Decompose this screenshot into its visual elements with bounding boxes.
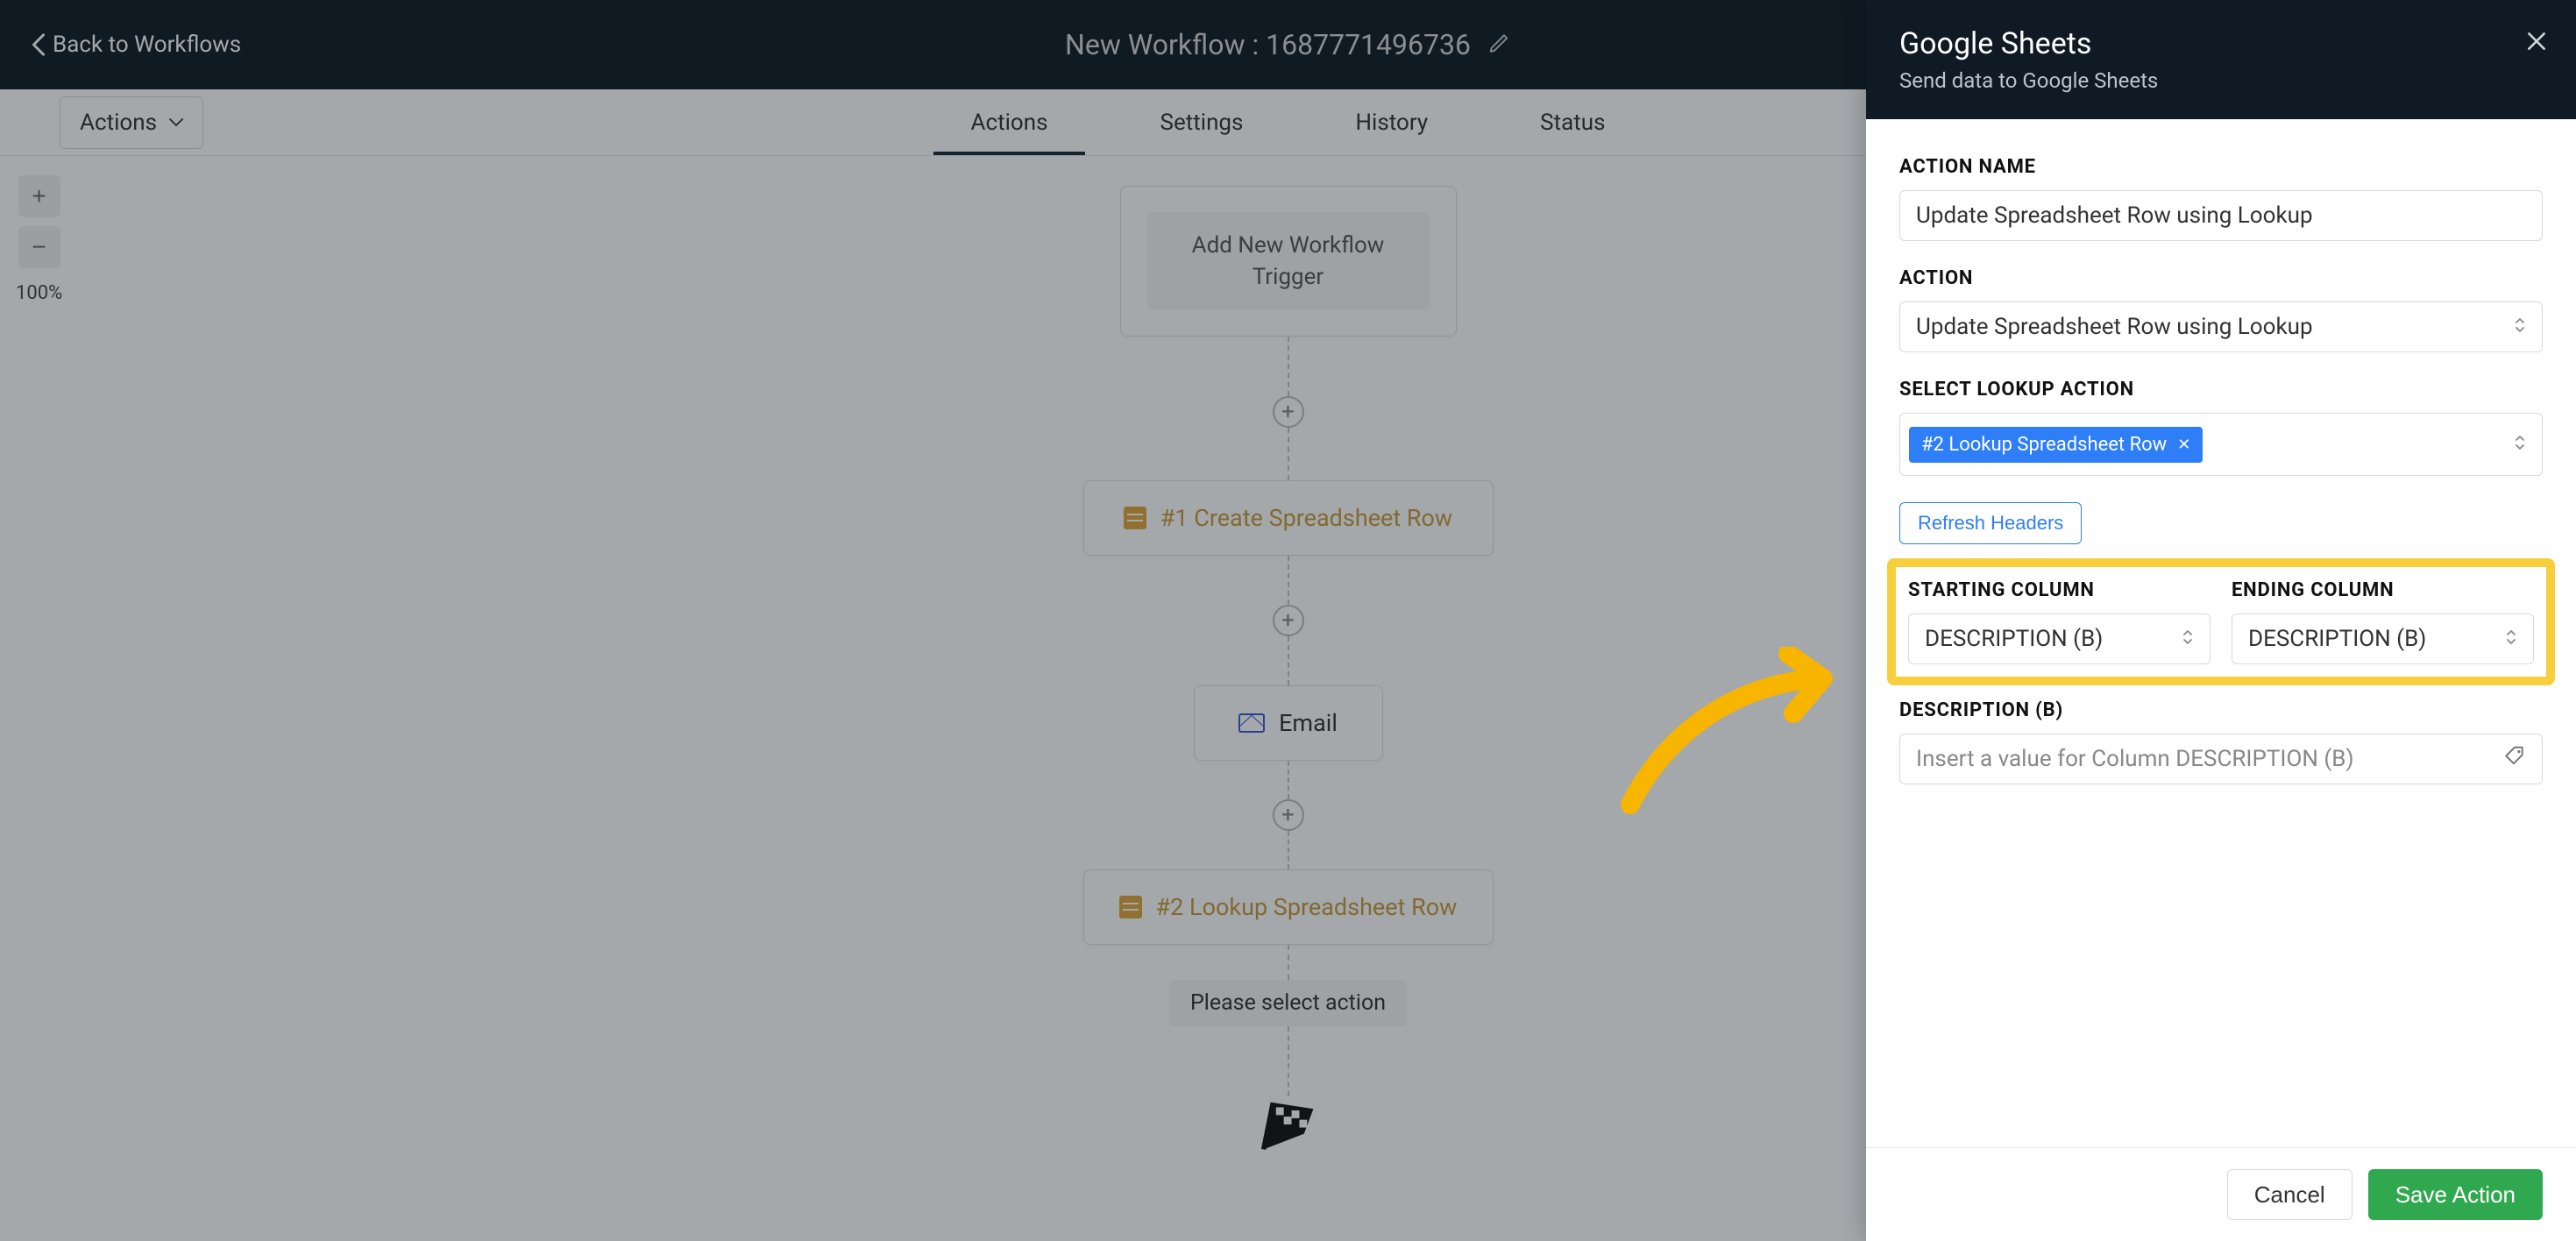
tab-actions[interactable]: Actions xyxy=(914,89,1103,155)
chevron-left-icon xyxy=(32,33,46,56)
connector-line xyxy=(1288,556,1289,605)
cancel-button[interactable]: Cancel xyxy=(2227,1169,2352,1220)
email-icon xyxy=(1238,713,1265,733)
lookup-chip-input[interactable]: #2 Lookup Spreadsheet Row ✕ xyxy=(1899,413,2543,476)
panel-header: Google Sheets Send data to Google Sheets xyxy=(1866,0,2576,119)
action-name-label: Action Name xyxy=(1899,156,2543,178)
refresh-headers-button[interactable]: Refresh Headers xyxy=(1899,502,2082,544)
caret-updown-icon xyxy=(2514,434,2526,455)
add-step-button[interactable]: + xyxy=(1273,396,1304,428)
add-step-button[interactable]: + xyxy=(1273,799,1304,831)
node-label: #2 Lookup Spreadsheet Row xyxy=(1156,893,1458,921)
node-label: #1 Create Spreadsheet Row xyxy=(1160,504,1452,532)
node-create-spreadsheet-row[interactable]: #1 Create Spreadsheet Row xyxy=(1083,480,1494,556)
field-action: Action Update Spreadsheet Row using Look… xyxy=(1899,267,2543,352)
field-select-lookup: Select Lookup Action #2 Lookup Spreadshe… xyxy=(1899,379,2543,476)
connector-line xyxy=(1288,337,1289,396)
field-action-name: Action Name Update Spreadsheet Row using… xyxy=(1899,156,2543,241)
save-action-button[interactable]: Save Action xyxy=(2368,1169,2543,1220)
description-b-input[interactable]: Insert a value for Column DESCRIPTION (B… xyxy=(1899,734,2543,784)
panel-title: Google Sheets xyxy=(1899,26,2543,61)
action-select[interactable]: Update Spreadsheet Row using Lookup xyxy=(1899,301,2543,352)
close-panel-button[interactable] xyxy=(2525,30,2548,60)
caret-updown-icon xyxy=(2514,314,2526,340)
pencil-icon[interactable] xyxy=(1488,32,1511,58)
lookup-chip: #2 Lookup Spreadsheet Row ✕ xyxy=(1909,427,2203,463)
action-name-input[interactable]: Update Spreadsheet Row using Lookup xyxy=(1899,190,2543,241)
zoom-controls: + − 100% xyxy=(16,175,62,304)
select-lookup-label: Select Lookup Action xyxy=(1899,379,2543,401)
starting-column-label: Starting Column xyxy=(1908,579,2211,601)
spreadsheet-icon xyxy=(1124,507,1146,529)
connector-line xyxy=(1288,636,1289,685)
tab-status[interactable]: Status xyxy=(1484,89,1661,155)
spreadsheet-icon xyxy=(1119,896,1142,918)
add-trigger-button[interactable]: Add New Workflow Trigger xyxy=(1146,212,1430,310)
description-b-label: Description (B) xyxy=(1899,699,2543,721)
panel-subtitle: Send data to Google Sheets xyxy=(1899,68,2543,93)
zoom-out-button[interactable]: − xyxy=(18,226,60,268)
connector-line xyxy=(1288,945,1289,980)
header-title-wrap: New Workflow : 1687771496736 xyxy=(1065,28,1511,61)
workflow-title: New Workflow : 1687771496736 xyxy=(1065,28,1471,61)
remove-chip-button[interactable]: ✕ xyxy=(2177,436,2190,454)
starting-column-select[interactable]: DESCRIPTION (B) xyxy=(1908,613,2211,664)
actions-dropdown[interactable]: Actions xyxy=(60,96,203,149)
tab-settings[interactable]: Settings xyxy=(1104,89,1300,155)
caret-updown-icon xyxy=(2182,626,2194,652)
field-starting-column: Starting Column DESCRIPTION (B) xyxy=(1908,579,2211,664)
node-lookup-spreadsheet-row[interactable]: #2 Lookup Spreadsheet Row xyxy=(1083,869,1494,945)
ending-column-select[interactable]: DESCRIPTION (B) xyxy=(2232,613,2534,664)
panel-footer: Cancel Save Action xyxy=(1866,1147,2576,1241)
caret-updown-icon xyxy=(2505,626,2517,652)
finish-flag-icon xyxy=(1257,1096,1320,1152)
zoom-in-button[interactable]: + xyxy=(18,175,60,217)
columns-highlight: Starting Column DESCRIPTION (B) Ending C… xyxy=(1887,558,2555,685)
select-action-placeholder[interactable]: Please select action xyxy=(1169,980,1407,1026)
action-panel: Google Sheets Send data to Google Sheets… xyxy=(1866,0,2576,1241)
connector-line xyxy=(1288,761,1289,799)
tabs: Actions Settings History Status xyxy=(914,89,1661,155)
close-icon xyxy=(2525,30,2548,53)
zoom-percent: 100% xyxy=(16,282,62,304)
tag-icon[interactable] xyxy=(2503,745,2526,774)
connector-line xyxy=(1288,831,1289,869)
add-step-button[interactable]: + xyxy=(1273,605,1304,636)
back-link-label: Back to Workflows xyxy=(53,32,241,58)
connector-line xyxy=(1288,428,1289,480)
panel-body: Action Name Update Spreadsheet Row using… xyxy=(1866,119,2576,1147)
chevron-down-icon xyxy=(169,118,183,127)
tab-history[interactable]: History xyxy=(1299,89,1484,155)
ending-column-label: Ending Column xyxy=(2232,579,2534,601)
app-root: Back to Workflows New Workflow : 1687771… xyxy=(0,0,2576,1241)
node-label: Email xyxy=(1279,709,1338,737)
field-description-b: Description (B) Insert a value for Colum… xyxy=(1899,699,2543,784)
back-to-workflows-link[interactable]: Back to Workflows xyxy=(32,32,241,58)
connector-line xyxy=(1288,1026,1289,1096)
flow-column: Add New Workflow Trigger + #1 Create Spr… xyxy=(1083,186,1494,1152)
field-ending-column: Ending Column DESCRIPTION (B) xyxy=(2232,579,2534,664)
trigger-box: Add New Workflow Trigger xyxy=(1120,186,1457,337)
node-email[interactable]: Email xyxy=(1194,685,1383,761)
action-label: Action xyxy=(1899,267,2543,289)
actions-dropdown-label: Actions xyxy=(80,110,157,136)
